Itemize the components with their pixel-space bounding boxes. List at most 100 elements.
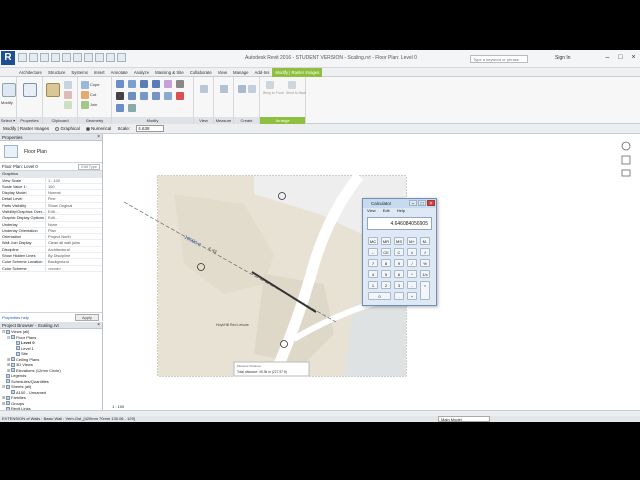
tab-add-ins[interactable]: Add-Ins — [252, 68, 273, 77]
calc-key[interactable]: M+ — [407, 237, 417, 245]
calc-maximize-button[interactable]: □ — [418, 200, 426, 207]
menu-view[interactable]: View — [367, 208, 376, 213]
revit-logo-icon[interactable]: R — [1, 51, 15, 65]
calc-key[interactable]: ← — [368, 248, 378, 256]
calc-key[interactable]: 0 — [368, 292, 391, 300]
copy-icon[interactable] — [64, 81, 72, 89]
property-row[interactable]: Color Scheme <none> — [0, 265, 102, 272]
sync-icon[interactable] — [40, 53, 49, 62]
calc-key[interactable]: 1/x — [420, 270, 430, 278]
offset-icon[interactable] — [128, 80, 136, 88]
menu-help[interactable]: Help — [397, 208, 405, 213]
mirror-axis-icon[interactable] — [140, 80, 148, 88]
redo-icon[interactable] — [62, 53, 71, 62]
minimize-button[interactable]: – — [603, 53, 612, 62]
calc-key[interactable]: 3 — [394, 281, 404, 289]
scale-icon[interactable] — [164, 92, 172, 100]
cope-icon[interactable] — [81, 81, 89, 89]
model-selector[interactable]: Main Model — [438, 416, 490, 422]
close-icon[interactable]: × — [97, 322, 100, 329]
properties-icon[interactable] — [23, 83, 37, 97]
tab-modify-raster-images[interactable]: Modify | Raster Images — [272, 67, 323, 77]
property-value[interactable]: Architectural — [46, 247, 102, 252]
measure-icon[interactable] — [84, 53, 93, 62]
send-back-icon[interactable] — [288, 81, 296, 89]
close-button[interactable]: × — [629, 53, 638, 62]
calc-key[interactable]: ± — [407, 248, 417, 256]
select-group-label[interactable]: Select ▾ — [0, 117, 16, 124]
calc-key[interactable]: / — [407, 259, 417, 267]
calc-key[interactable]: MC — [368, 237, 378, 245]
calc-key[interactable]: √ — [420, 248, 430, 256]
apply-button[interactable]: Apply — [75, 314, 99, 321]
pin-icon[interactable] — [116, 104, 124, 112]
tab-analyze[interactable]: Analyze — [131, 68, 152, 77]
calc-key[interactable]: M- — [420, 237, 430, 245]
property-value[interactable]: 1 : 100 — [46, 178, 102, 183]
search-input[interactable]: Type a keyword or phrase — [470, 55, 528, 63]
create-group-icon[interactable] — [248, 85, 256, 93]
property-value[interactable]: Fine — [46, 196, 102, 201]
type-selector[interactable]: Floor Plan — [0, 141, 102, 163]
calc-key[interactable]: - — [407, 281, 417, 289]
tab-manage[interactable]: Manage — [230, 68, 252, 77]
calc-key[interactable]: + — [407, 292, 417, 300]
print-icon[interactable] — [73, 53, 82, 62]
save-icon[interactable] — [29, 53, 38, 62]
property-value[interactable]: 100 — [46, 184, 102, 189]
steering-wheel-icon[interactable] — [621, 141, 631, 151]
property-value[interactable]: Plan — [46, 228, 102, 233]
undo-icon[interactable] — [51, 53, 60, 62]
property-value[interactable]: Normal — [46, 190, 102, 195]
pan-icon[interactable] — [621, 169, 631, 177]
view-scale[interactable]: 1 : 100 — [112, 404, 124, 409]
calc-key[interactable]: = — [420, 281, 430, 300]
graphical-option[interactable]: Graphical — [55, 126, 80, 131]
tab-collaborate[interactable]: Collaborate — [187, 68, 215, 77]
join-icon[interactable] — [81, 101, 89, 109]
cut-icon[interactable] — [64, 91, 72, 99]
array-icon[interactable] — [152, 92, 160, 100]
tab-architecture[interactable]: Architecture — [16, 68, 45, 77]
calc-key[interactable]: % — [420, 259, 430, 267]
property-value[interactable]: Background — [46, 259, 102, 264]
mirror-draw-icon[interactable] — [152, 80, 160, 88]
property-value[interactable]: Edit... — [46, 215, 102, 220]
modify-cursor-icon[interactable] — [2, 83, 16, 97]
edit-type-button[interactable]: Edit Type — [78, 164, 100, 170]
calc-key[interactable]: C — [394, 248, 404, 256]
calc-key[interactable]: 7 — [368, 259, 378, 267]
numerical-option[interactable]: Numerical — [85, 126, 111, 131]
align-icon[interactable] — [116, 80, 124, 88]
create-assembly-icon[interactable] — [238, 85, 246, 93]
menu-edit[interactable]: Edit — [383, 208, 390, 213]
calc-key[interactable]: 8 — [381, 259, 391, 267]
paste-icon[interactable] — [46, 83, 60, 97]
measure-tool-icon[interactable] — [220, 85, 228, 93]
property-value[interactable]: Project North — [46, 234, 102, 239]
tab-massing-site[interactable]: Massing & Site — [152, 68, 187, 77]
open-icon[interactable] — [18, 53, 27, 62]
3d-view-icon[interactable] — [117, 53, 126, 62]
instance-row[interactable]: Floor Plan: Level 0 Edit Type — [0, 163, 102, 171]
calc-key[interactable]: MR — [381, 237, 391, 245]
property-value[interactable]: Show Original — [46, 203, 102, 208]
tab-structure[interactable]: Structure — [45, 68, 68, 77]
close-icon[interactable]: × — [97, 134, 100, 141]
calc-key[interactable]: MS — [394, 237, 404, 245]
calc-close-button[interactable]: × — [427, 200, 435, 207]
calc-key[interactable]: 2 — [381, 281, 391, 289]
calc-key[interactable]: * — [407, 270, 417, 278]
split-icon[interactable] — [164, 80, 172, 88]
move-icon[interactable] — [116, 92, 124, 100]
calc-key[interactable]: 5 — [381, 270, 391, 278]
text-icon[interactable] — [106, 53, 115, 62]
property-value[interactable]: <none> — [46, 266, 102, 271]
delete-icon[interactable] — [176, 92, 184, 100]
calc-key[interactable]: 6 — [394, 270, 404, 278]
hide-icon[interactable] — [200, 85, 208, 93]
property-value[interactable]: Clean all wall joins — [46, 240, 102, 245]
scale-input[interactable]: 4.638 — [136, 125, 165, 133]
unpin-icon[interactable] — [128, 104, 136, 112]
trim-icon[interactable] — [176, 80, 184, 88]
